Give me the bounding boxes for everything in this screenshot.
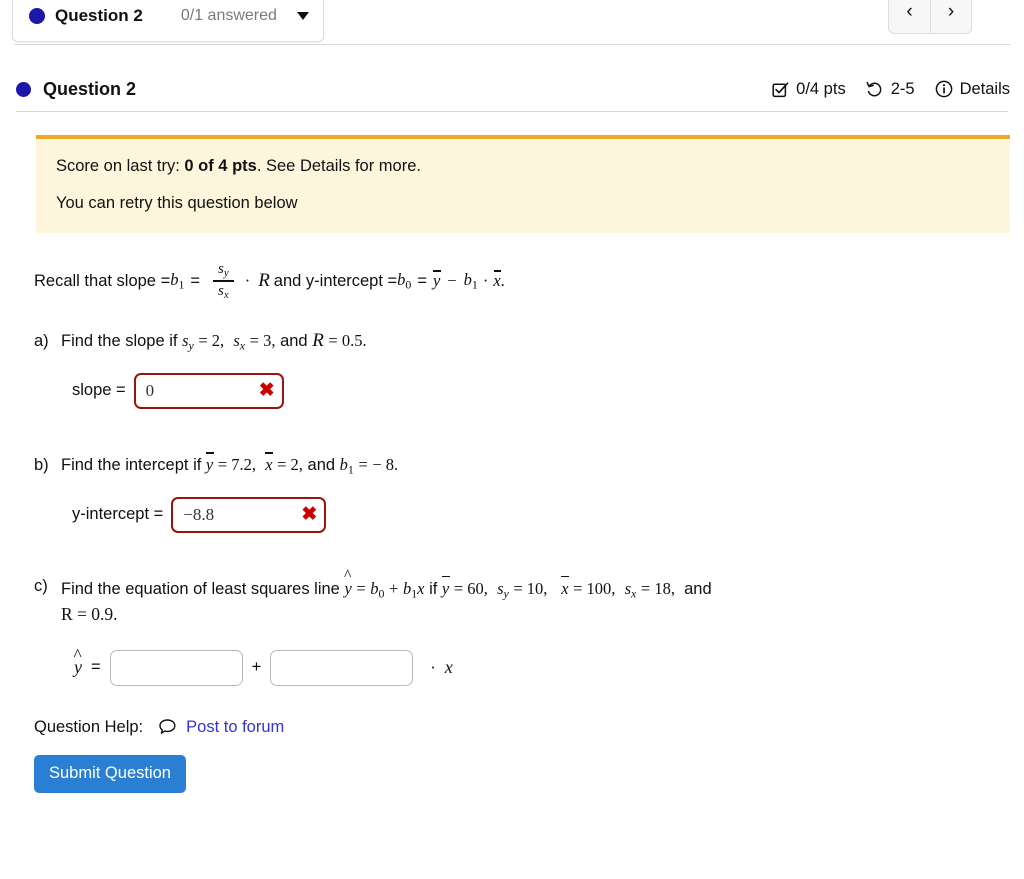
recall-fraction-denominator: sx bbox=[218, 283, 229, 302]
recall-b0: b0 bbox=[397, 270, 412, 292]
recall-xbar: x bbox=[493, 270, 502, 291]
equation-slope-input[interactable] bbox=[270, 649, 414, 686]
part-c-label: c) bbox=[34, 576, 48, 595]
submit-question-button[interactable]: Submit Question bbox=[34, 754, 186, 793]
question-nav-buttons: ‹ › bbox=[888, 0, 972, 34]
question-tab[interactable]: Question 2 0/1 answered bbox=[12, 0, 324, 42]
part-a-answer-label: slope = bbox=[72, 381, 126, 400]
recall-R: R bbox=[258, 270, 270, 292]
question-header-meta: 0/4 pts 2-5 Details bbox=[772, 80, 1010, 99]
part-a-label: a) bbox=[34, 332, 49, 351]
points-text: 0/4 pts bbox=[796, 79, 846, 98]
alert-line-1-prefix: Score on last try: bbox=[56, 157, 185, 175]
recall-fraction: sy sx bbox=[213, 261, 234, 301]
recall-lead: Recall that slope = bbox=[34, 271, 171, 290]
details-link[interactable]: Details bbox=[960, 80, 1010, 99]
next-question-button[interactable]: › bbox=[930, 0, 972, 34]
topbar-divider bbox=[14, 44, 1010, 45]
part-b-text: Find the intercept if y = 7.2, x = 2, an… bbox=[61, 451, 399, 477]
top-tab-bar: Question 2 0/1 answered ‹ › bbox=[0, 0, 1024, 45]
question-content: Recall that slope = b1 = sy sx · R and y… bbox=[0, 261, 1024, 793]
post-to-forum-link[interactable]: Post to forum bbox=[186, 718, 284, 737]
equation-dot: · bbox=[430, 657, 436, 677]
slope-field-wrapper bbox=[270, 649, 414, 686]
part-a: a) Find the slope if sy = 2, sx = 3, and… bbox=[34, 327, 1010, 355]
part-a-text: Find the slope if sy = 2, sx = 3, and R … bbox=[61, 330, 367, 353]
recall-period: . bbox=[500, 271, 505, 291]
part-c: c) Find the equation of least squares li… bbox=[34, 575, 1010, 628]
equation-equals: = bbox=[91, 658, 101, 677]
question-status-dot bbox=[29, 8, 45, 24]
recall-fraction-numerator: sy bbox=[218, 261, 229, 280]
part-b-xbar: x bbox=[265, 451, 274, 477]
recall-b1-second: b1 bbox=[463, 270, 478, 292]
equation-yhat: y bbox=[74, 657, 82, 678]
alert-line-1: Score on last try: 0 of 4 pts. See Detai… bbox=[56, 157, 1010, 176]
recall-ybar: y bbox=[433, 270, 441, 291]
y-intercept-input[interactable] bbox=[171, 496, 327, 533]
slope-input-wrapper: ✖ bbox=[133, 372, 284, 409]
equation-x: x bbox=[444, 657, 453, 678]
page-title: Question 2 bbox=[43, 78, 137, 99]
alert-line-1-score: 0 of 4 pts bbox=[184, 157, 257, 175]
part-b-b1: b1 bbox=[339, 454, 354, 477]
recall-formula: Recall that slope = b1 = sy sx · R and y… bbox=[34, 261, 1010, 301]
chevron-down-icon[interactable] bbox=[296, 12, 309, 20]
part-a-sy: sy bbox=[182, 331, 194, 353]
recall-equals-2: = bbox=[417, 271, 427, 290]
part-b-ybar: y bbox=[206, 451, 214, 477]
part-c-equation-row: y = + · x bbox=[34, 649, 1010, 686]
part-c-yhat: y bbox=[344, 577, 351, 601]
y-intercept-input-wrapper: ✖ bbox=[171, 496, 327, 533]
part-c-R-line: R = 0.9. bbox=[61, 604, 118, 625]
speech-bubble-icon bbox=[158, 718, 177, 736]
tab-title: Question 2 bbox=[55, 6, 143, 25]
attempts-text: 2-5 bbox=[890, 79, 915, 98]
question-header: Question 2 0/4 pts 2-5 Details bbox=[0, 67, 1024, 111]
recall-dot-1: · bbox=[244, 271, 251, 291]
question-help-label: Question Help: bbox=[34, 717, 144, 736]
question-help-row: Question Help: Post to forum bbox=[34, 718, 1010, 737]
recall-minus: − bbox=[447, 271, 457, 291]
undo-retry-icon bbox=[866, 81, 884, 98]
part-b-answer-row: y-intercept = ✖ bbox=[34, 496, 1010, 533]
info-circle-icon[interactable] bbox=[935, 80, 953, 98]
checkbox-checked-icon bbox=[772, 81, 789, 98]
equation-intercept-input[interactable] bbox=[109, 649, 243, 686]
question-header-divider bbox=[16, 111, 1008, 112]
alert-line-2: You can retry this question below bbox=[56, 194, 298, 212]
slope-input[interactable] bbox=[133, 372, 284, 409]
equation-plus: + bbox=[251, 658, 262, 677]
recall-dot-2: · bbox=[482, 271, 489, 291]
part-a-answer-row: slope = ✖ bbox=[34, 372, 1010, 409]
score-alert: Score on last try: 0 of 4 pts. See Detai… bbox=[36, 135, 1010, 233]
part-b-answer-label: y-intercept = bbox=[72, 505, 164, 524]
part-b: b) Find the intercept if y = 7.2, x = 2,… bbox=[34, 451, 1010, 479]
recall-mid: and y-intercept = bbox=[273, 271, 398, 290]
recall-b1: b1 bbox=[170, 270, 185, 292]
part-b-label: b) bbox=[34, 455, 49, 474]
prev-question-button[interactable]: ‹ bbox=[888, 0, 930, 34]
part-a-sx: sx bbox=[233, 331, 246, 353]
alert-line-1-suffix: . See Details for more. bbox=[256, 157, 421, 175]
part-c-text: Find the equation of least squares line … bbox=[61, 575, 712, 628]
question-header-dot bbox=[16, 81, 31, 97]
recall-equals-1: = bbox=[190, 271, 201, 290]
tab-answered-count: 0/1 answered bbox=[180, 7, 277, 24]
intercept-field-wrapper bbox=[109, 649, 243, 686]
